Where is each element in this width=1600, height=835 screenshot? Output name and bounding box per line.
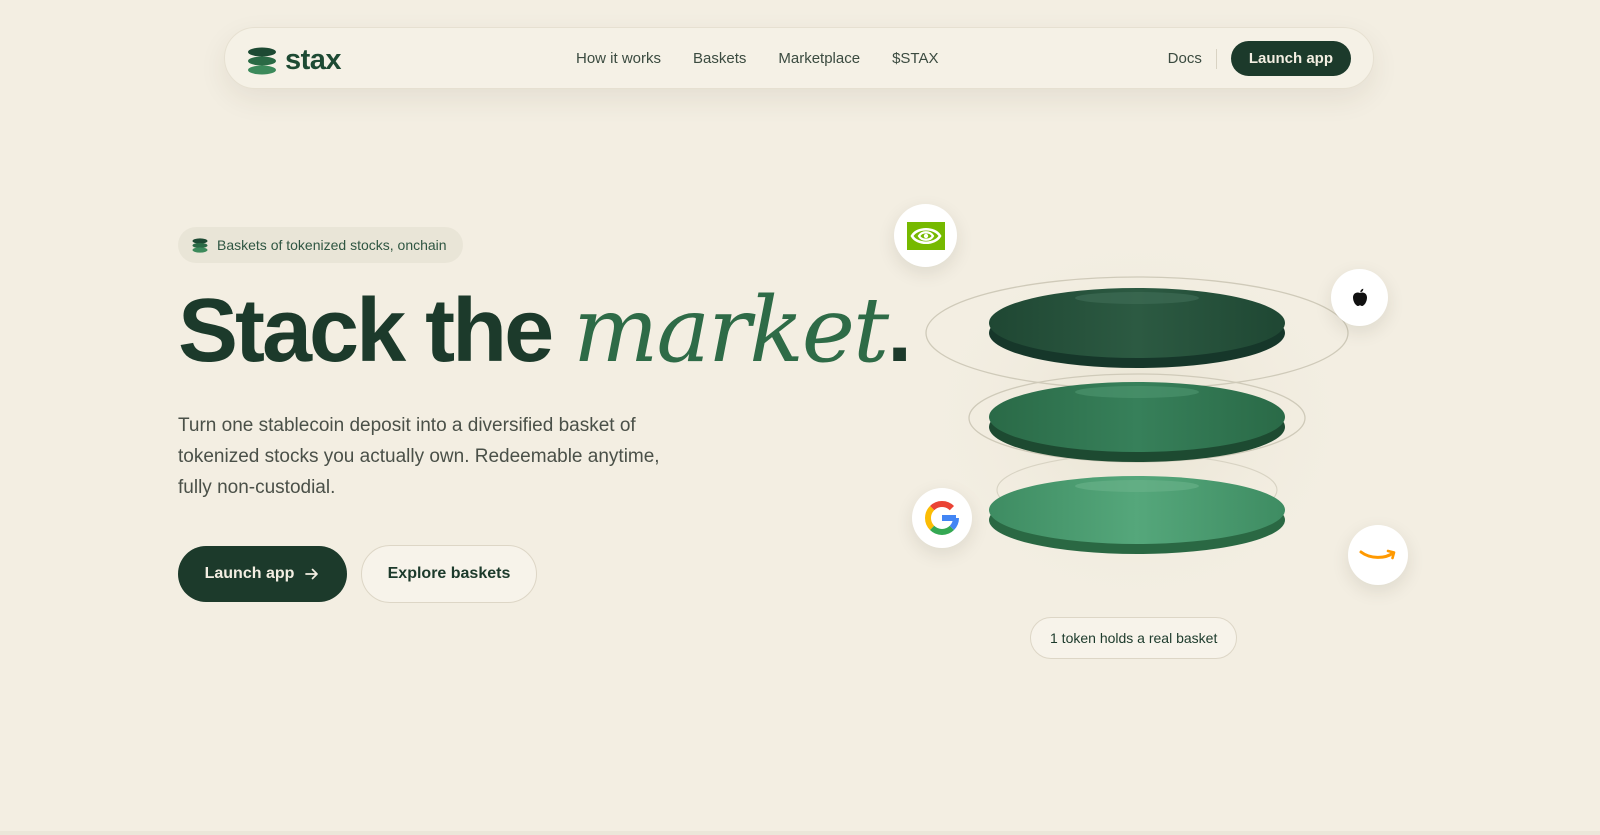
stack-layer-bottom bbox=[989, 476, 1285, 554]
amazon-logo-bubble bbox=[1348, 525, 1408, 585]
token-stack-illustration bbox=[908, 220, 1368, 620]
arrow-right-icon bbox=[305, 568, 319, 580]
stax-stack-icon bbox=[248, 47, 276, 74]
google-icon bbox=[925, 501, 959, 535]
amazon-icon bbox=[1359, 549, 1396, 560]
stack-layer-top bbox=[989, 288, 1285, 368]
stack-icon bbox=[192, 237, 208, 253]
stack-layer-middle bbox=[989, 382, 1285, 462]
nav-links: How it works Baskets Marketplace $STAX bbox=[576, 28, 938, 88]
apple-icon bbox=[1352, 288, 1367, 306]
hero-launch-app-button[interactable]: Launch app bbox=[178, 546, 347, 602]
nvidia-icon bbox=[906, 221, 945, 250]
nav-link-marketplace[interactable]: Marketplace bbox=[778, 50, 860, 67]
explore-baskets-button[interactable]: Explore baskets bbox=[361, 545, 537, 603]
hero-tagline-text: Baskets of tokenized stocks, onchain bbox=[217, 237, 447, 253]
google-logo-bubble bbox=[912, 488, 972, 548]
nav-link-stax-token[interactable]: $STAX bbox=[892, 50, 938, 67]
headline-part-1: Stack the bbox=[178, 281, 574, 381]
hero-headline: Stack the market. bbox=[178, 286, 912, 377]
hero-launch-app-label: Launch app bbox=[204, 565, 295, 582]
headline-italic-word: market bbox=[573, 278, 889, 383]
apple-logo-bubble bbox=[1331, 269, 1388, 326]
nav-link-how-it-works[interactable]: How it works bbox=[576, 50, 661, 67]
nav-divider bbox=[1215, 48, 1217, 69]
nav-actions: Docs Launch app bbox=[1168, 41, 1351, 76]
nvidia-logo-bubble bbox=[894, 204, 957, 267]
nav-link-docs[interactable]: Docs bbox=[1168, 50, 1202, 67]
nav-launch-app-button[interactable]: Launch app bbox=[1230, 41, 1351, 76]
hero-description: Turn one stablecoin deposit into a diver… bbox=[178, 415, 660, 498]
nav-link-baskets[interactable]: Baskets bbox=[693, 50, 746, 67]
section-divider bbox=[0, 831, 1600, 835]
top-navbar: stax How it works Baskets Marketplace $S… bbox=[224, 27, 1374, 89]
brand-logo[interactable]: stax bbox=[247, 44, 342, 77]
brand-wordmark: stax bbox=[285, 44, 342, 76]
illustration-caption: 1 token holds a real basket bbox=[1030, 617, 1238, 659]
hero-tagline-pill: Baskets of tokenized stocks, onchain bbox=[178, 227, 463, 263]
